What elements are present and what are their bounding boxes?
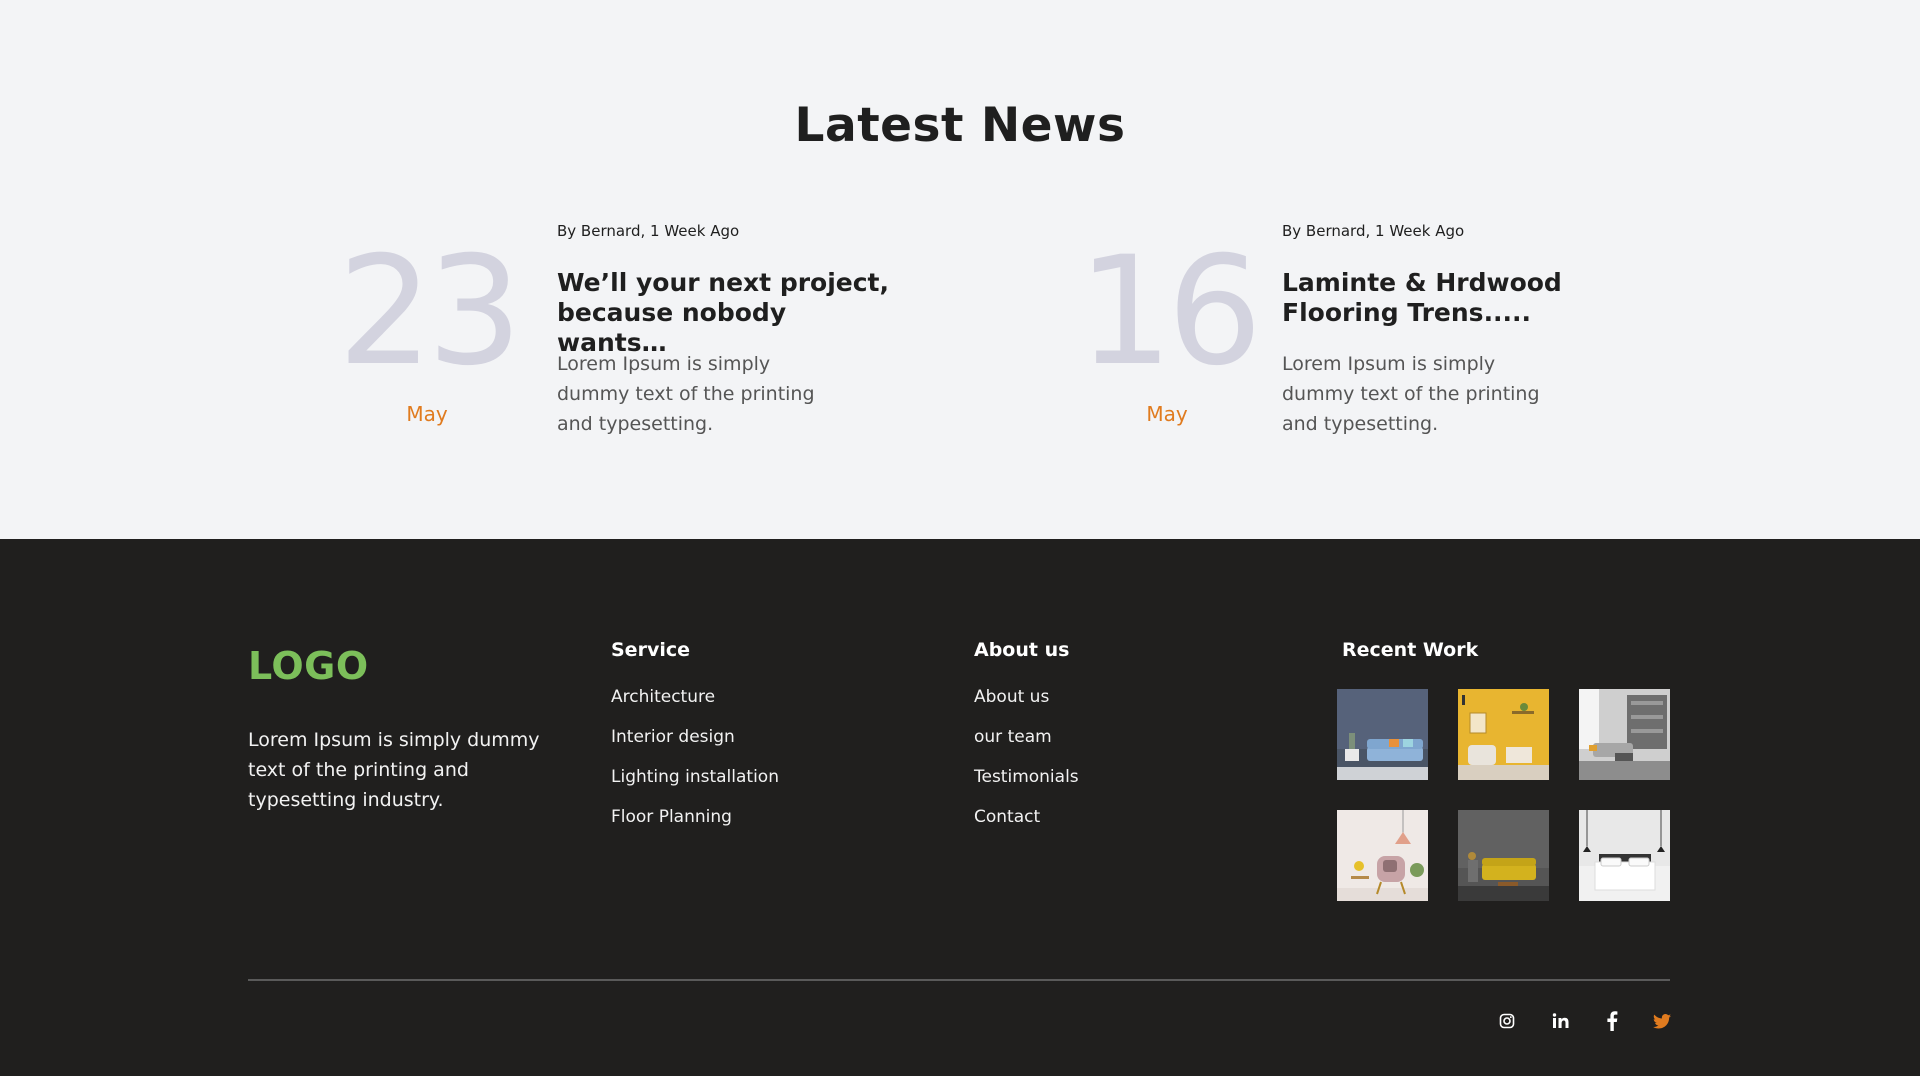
post-excerpt: Lorem Ipsum is simply dummy text of the … bbox=[557, 353, 815, 435]
post-headline-link[interactable]: We’ll your next project, because nobody … bbox=[557, 268, 897, 358]
instagram-icon[interactable] bbox=[1495, 1009, 1519, 1033]
footer-logo[interactable]: LOGO bbox=[248, 644, 369, 688]
footer-link-contact[interactable]: Contact bbox=[974, 805, 1079, 845]
yellow-sofa-dark-room-image bbox=[1458, 810, 1549, 901]
linkedin-icon[interactable] bbox=[1549, 1009, 1573, 1033]
post-day: 16 bbox=[1077, 225, 1263, 399]
footer-link-floor-planning[interactable]: Floor Planning bbox=[611, 805, 779, 845]
post-month: May bbox=[1146, 402, 1188, 426]
pink-chair-room-image bbox=[1337, 810, 1428, 901]
section-title: Latest News bbox=[794, 98, 1126, 153]
post-byline: By Bernard, 1 Week Ago bbox=[1282, 222, 1465, 240]
facebook-icon[interactable] bbox=[1600, 1009, 1624, 1033]
footer-link-interior-design[interactable]: Interior design bbox=[611, 725, 779, 765]
about-heading: About us bbox=[974, 639, 1070, 661]
service-heading: Service bbox=[611, 639, 690, 661]
service-links: Architecture Interior design Lighting in… bbox=[611, 685, 779, 845]
blue-sofa-room-image bbox=[1337, 689, 1428, 780]
post-byline: By Bernard, 1 Week Ago bbox=[557, 222, 740, 240]
recent-work-thumbnail[interactable] bbox=[1458, 689, 1549, 780]
site-footer: LOGO Lorem Ipsum is simply dummy text of… bbox=[0, 539, 1920, 1076]
post-excerpt: Lorem Ipsum is simply dummy text of the … bbox=[1282, 353, 1540, 435]
recent-work-thumbnail[interactable] bbox=[1337, 810, 1428, 901]
about-links: About us our team Testimonials Contact bbox=[974, 685, 1079, 845]
white-bedroom-image bbox=[1579, 810, 1670, 901]
footer-divider bbox=[248, 979, 1670, 981]
post-month: May bbox=[406, 402, 448, 426]
post-headline-link[interactable]: Laminte & Hrdwood Flooring Trens..... bbox=[1282, 268, 1622, 328]
footer-link-architecture[interactable]: Architecture bbox=[611, 685, 779, 725]
recent-work-heading: Recent Work bbox=[1342, 639, 1479, 661]
yellow-wall-room-image bbox=[1458, 689, 1549, 780]
grey-living-room-image bbox=[1579, 689, 1670, 780]
recent-work-thumbnail[interactable] bbox=[1458, 810, 1549, 901]
recent-work-thumbnail[interactable] bbox=[1579, 810, 1670, 901]
footer-link-lighting-installation[interactable]: Lighting installation bbox=[611, 765, 779, 805]
post-day: 23 bbox=[337, 225, 523, 399]
recent-work-gallery bbox=[1337, 689, 1670, 902]
latest-news-section: Latest News 23 May By Bernard, 1 Week Ag… bbox=[0, 0, 1920, 539]
footer-link-our-team[interactable]: our team bbox=[974, 725, 1079, 765]
recent-work-thumbnail[interactable] bbox=[1579, 689, 1670, 780]
footer-link-testimonials[interactable]: Testimonials bbox=[974, 765, 1079, 805]
footer-description: Lorem Ipsum is simply dummy text of the … bbox=[248, 729, 540, 811]
twitter-icon[interactable] bbox=[1650, 1009, 1674, 1033]
footer-link-about-us[interactable]: About us bbox=[974, 685, 1079, 725]
recent-work-thumbnail[interactable] bbox=[1337, 689, 1428, 780]
